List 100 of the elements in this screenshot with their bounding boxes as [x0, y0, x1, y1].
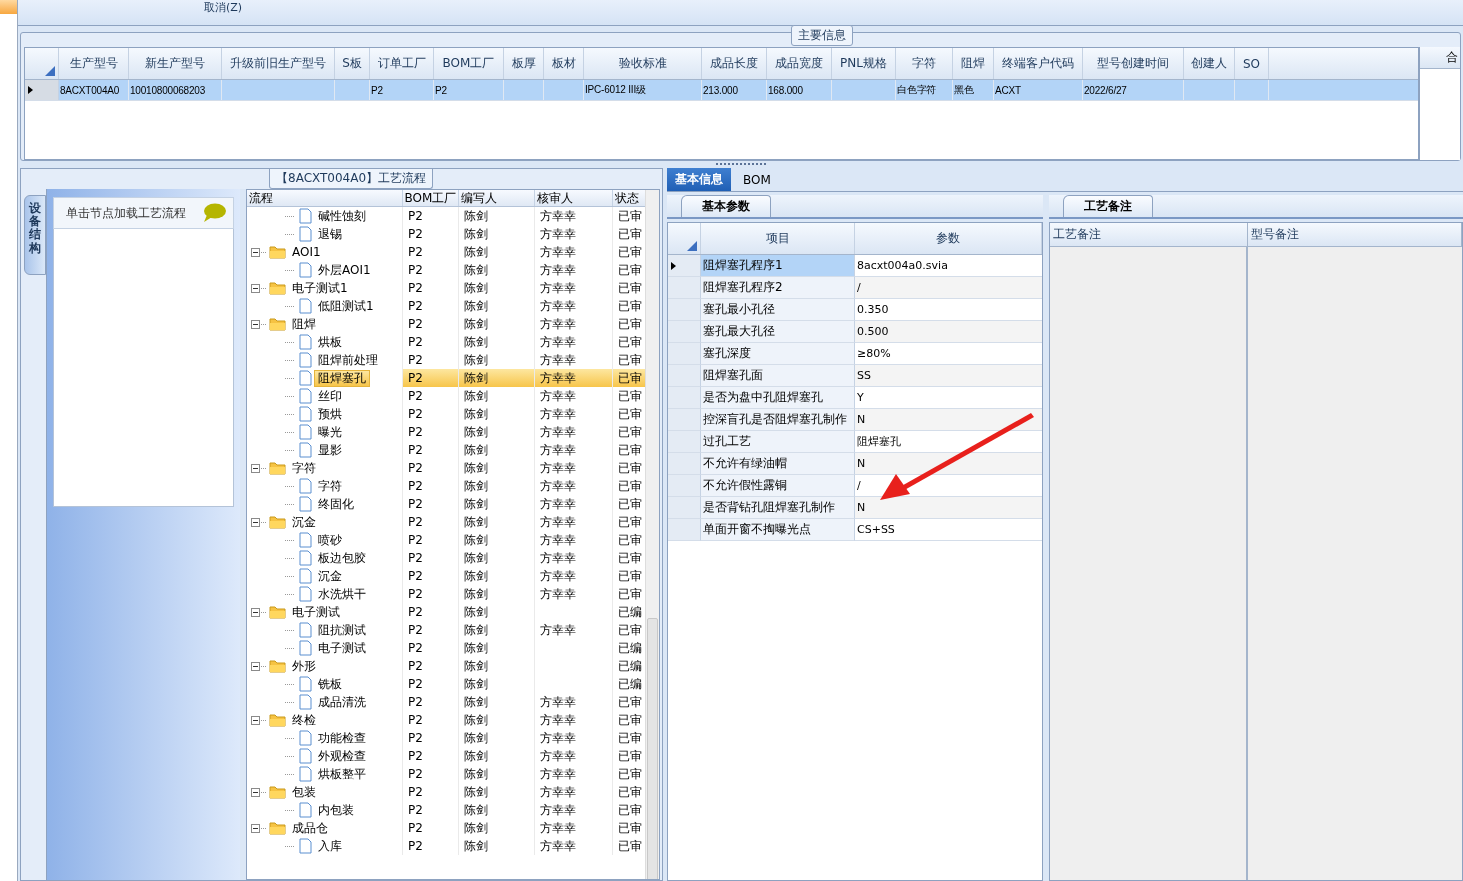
table-cell[interactable]: 是否为盘中孔阻焊塞孔	[701, 387, 855, 409]
table-row[interactable]: 8ACXT004A0 10010800068203 P2 P2 IPC-6012 III级 213.000 168.000 白色字符 黑色 ACXT 2022/6/27	[25, 80, 1418, 101]
collapse-icon[interactable]	[251, 661, 267, 671]
column-header[interactable]: 合	[1420, 47, 1460, 69]
table-cell[interactable]: 塞孔最小孔径	[701, 299, 855, 321]
tree-node[interactable]: 阻焊	[288, 315, 320, 333]
collapse-icon[interactable]	[251, 463, 267, 473]
tab[interactable]: BOM	[735, 168, 779, 191]
cancel-button[interactable]: 取消(Z)	[204, 1, 243, 14]
column-header[interactable]: 成品宽度	[767, 48, 832, 79]
collapse-icon[interactable]	[251, 283, 267, 293]
row-header[interactable]	[668, 255, 701, 277]
tree-node[interactable]: 曝光	[314, 423, 346, 441]
collapse-icon[interactable]	[251, 715, 267, 725]
tree-node[interactable]: 内包装	[314, 801, 358, 819]
splitter-grip[interactable]	[715, 163, 766, 166]
table-cell[interactable]: 控深盲孔是否阻焊塞孔制作	[701, 409, 855, 431]
table-cell[interactable]: 阻焊塞孔面	[701, 365, 855, 387]
row-header[interactable]	[25, 80, 59, 100]
tree-node[interactable]: 显影	[314, 441, 346, 459]
tree-node[interactable]: 沉金	[314, 567, 346, 585]
table-cell[interactable]: 塞孔最大孔径	[701, 321, 855, 343]
tree-node[interactable]: 电子测试	[288, 603, 344, 621]
column-header[interactable]: 流程	[247, 190, 403, 206]
table-cell[interactable]: 塞孔深度	[701, 343, 855, 365]
table-cell[interactable]: 不允许假性露铜	[701, 475, 855, 497]
tree-node[interactable]: 字符	[314, 477, 346, 495]
collapse-icon[interactable]	[251, 517, 267, 527]
tree-node[interactable]: 字符	[288, 459, 320, 477]
tree-node[interactable]: 入库	[314, 837, 346, 855]
tree-node[interactable]: 烘板	[314, 333, 346, 351]
column-header[interactable]: 型号备注	[1248, 223, 1462, 246]
column-header[interactable]: 生产型号	[59, 48, 129, 79]
column-header[interactable]: 型号创建时间	[1083, 48, 1184, 79]
tree-node[interactable]: 成品仓	[288, 819, 332, 837]
tab[interactable]: 基本参数	[681, 195, 771, 217]
tree-node[interactable]: 阻焊前处理	[314, 351, 382, 369]
tree-node[interactable]: 外形	[288, 657, 320, 675]
column-header[interactable]: BOM工厂	[403, 190, 459, 206]
column-header[interactable]: 成品长度	[702, 48, 767, 79]
column-header[interactable]: 核审人	[535, 190, 613, 206]
tree-node[interactable]: 预烘	[314, 405, 346, 423]
tab[interactable]: 基本信息	[667, 168, 731, 191]
tree-node[interactable]: 外层AOI1	[314, 261, 375, 279]
column-header[interactable]: 字符	[896, 48, 953, 79]
tree-node[interactable]: 阻抗测试	[314, 621, 370, 639]
tree-node[interactable]: 铣板	[314, 675, 346, 693]
table-cell[interactable]: 阻焊塞孔程序2	[701, 277, 855, 299]
side-tab[interactable]: 设备结构	[24, 195, 46, 275]
column-header[interactable]: 工艺备注	[1050, 223, 1248, 246]
tree-node[interactable]: 水洗烘干	[314, 585, 370, 603]
tree-node[interactable]: 板边包胶	[314, 549, 370, 567]
tree-node[interactable]: 沉金	[288, 513, 320, 531]
scrollbar[interactable]	[645, 190, 659, 879]
column-header[interactable]: BOM工厂	[434, 48, 504, 79]
column-header[interactable]: 验收标准	[584, 48, 702, 79]
tree-node[interactable]: 丝印	[314, 387, 346, 405]
column-header[interactable]: 板厚	[504, 48, 544, 79]
column-header[interactable]: 参数	[855, 223, 1042, 254]
tree-node[interactable]: 阻焊塞孔	[314, 369, 370, 387]
tree-node[interactable]: 功能检查	[314, 729, 370, 747]
column-header[interactable]: 升级前旧生产型号	[222, 48, 335, 79]
column-header[interactable]: 新生产型号	[129, 48, 222, 79]
column-header[interactable]: PNL规格	[832, 48, 896, 79]
tree-node[interactable]: 包装	[288, 783, 320, 801]
tree-node[interactable]: 成品清洗	[314, 693, 370, 711]
tree-node[interactable]: 电子测试1	[288, 279, 352, 297]
collapse-icon[interactable]	[251, 607, 267, 617]
column-header[interactable]: S板	[335, 48, 370, 79]
column-header[interactable]: 创建人	[1184, 48, 1235, 79]
column-header[interactable]: SO	[1235, 48, 1269, 79]
tree-node[interactable]: AOI1	[288, 243, 325, 261]
table-cell[interactable]: 过孔工艺	[701, 431, 855, 453]
tree-node[interactable]: 烘板整平	[314, 765, 370, 783]
tree-node[interactable]: 喷砂	[314, 531, 346, 549]
tree-node[interactable]: 终固化	[314, 495, 358, 513]
tree-node[interactable]: 外观检查	[314, 747, 370, 765]
column-header[interactable]: 终端客户代码	[994, 48, 1083, 79]
tree-node[interactable]: 碱性蚀刻	[314, 207, 370, 225]
tree-node[interactable]: 低阻测试1	[314, 297, 378, 315]
table-cell[interactable]: 单面开窗不掏曝光点	[701, 519, 855, 541]
column-header[interactable]: 项目	[701, 223, 855, 254]
table-cell: 陈剑	[459, 567, 535, 585]
tab[interactable]: 工艺备注	[1063, 195, 1153, 217]
column-header[interactable]: 板材	[544, 48, 584, 79]
collapse-icon[interactable]	[251, 247, 267, 257]
collapse-icon[interactable]	[251, 823, 267, 833]
table-cell: P2	[370, 80, 434, 100]
collapse-icon[interactable]	[251, 319, 267, 329]
table-cell[interactable]: 是否背钻孔阻焊塞孔制作	[701, 497, 855, 519]
collapse-icon[interactable]	[251, 787, 267, 797]
table-cell[interactable]: 阻焊塞孔程序1	[701, 255, 855, 277]
table-cell[interactable]: 不允许有绿油帽	[701, 453, 855, 475]
tree-node[interactable]: 终检	[288, 711, 320, 729]
column-header[interactable]: 阻焊	[953, 48, 994, 79]
column-header[interactable]: 编写人	[459, 190, 535, 206]
tree-node[interactable]: 电子测试	[314, 639, 370, 657]
column-header[interactable]: 订单工厂	[370, 48, 434, 79]
tree-connector-icon	[285, 646, 295, 650]
tree-node[interactable]: 退锡	[314, 225, 346, 243]
